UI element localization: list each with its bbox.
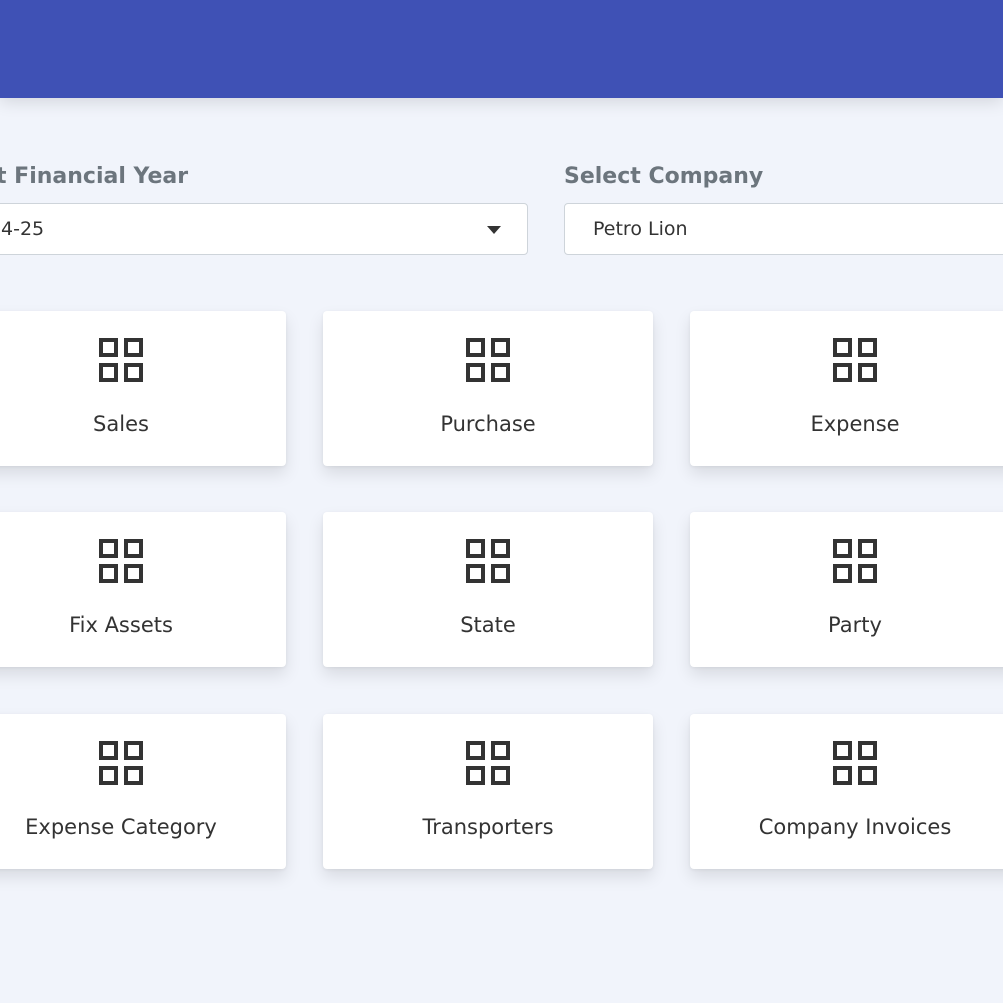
grid-icon xyxy=(466,741,510,785)
menu-card-state[interactable]: State xyxy=(323,512,653,667)
menu-card-label: Company Invoices xyxy=(758,815,952,839)
menu-card-label: Transporters xyxy=(422,815,554,839)
company-label: Select Company xyxy=(564,164,764,189)
menu-card-transporters[interactable]: Transporters xyxy=(323,714,653,869)
menu-card-expense[interactable]: Expense xyxy=(690,311,1003,466)
menu-card-label: Expense Category xyxy=(25,815,217,839)
menu-card-sales[interactable]: Sales xyxy=(0,311,286,466)
menu-card-label: Party xyxy=(828,613,882,637)
grid-icon xyxy=(833,338,877,382)
menu-card-label: Purchase xyxy=(440,412,536,436)
top-app-bar xyxy=(0,0,1003,98)
company-value: Petro Lion xyxy=(593,218,688,240)
financial-year-label: t Financial Year xyxy=(0,164,189,189)
financial-year-select[interactable]: 4-25 xyxy=(0,203,528,255)
grid-icon xyxy=(466,539,510,583)
grid-icon xyxy=(833,539,877,583)
menu-card-label: State xyxy=(460,613,516,637)
menu-card-party[interactable]: Party xyxy=(690,512,1003,667)
grid-icon xyxy=(466,338,510,382)
grid-icon xyxy=(99,741,143,785)
menu-card-fix-assets[interactable]: Fix Assets xyxy=(0,512,286,667)
grid-icon xyxy=(99,539,143,583)
menu-card-label: Fix Assets xyxy=(69,613,173,637)
menu-card-label: Sales xyxy=(93,412,149,436)
financial-year-value: 4-25 xyxy=(1,218,45,240)
grid-icon xyxy=(833,741,877,785)
menu-card-expense-category[interactable]: Expense Category xyxy=(0,714,286,869)
menu-card-company-invoices[interactable]: Company Invoices xyxy=(690,714,1003,869)
grid-icon xyxy=(99,338,143,382)
chevron-down-icon xyxy=(487,226,501,234)
company-select[interactable]: Petro Lion xyxy=(564,203,1003,255)
menu-card-label: Expense xyxy=(810,412,900,436)
menu-card-purchase[interactable]: Purchase xyxy=(323,311,653,466)
